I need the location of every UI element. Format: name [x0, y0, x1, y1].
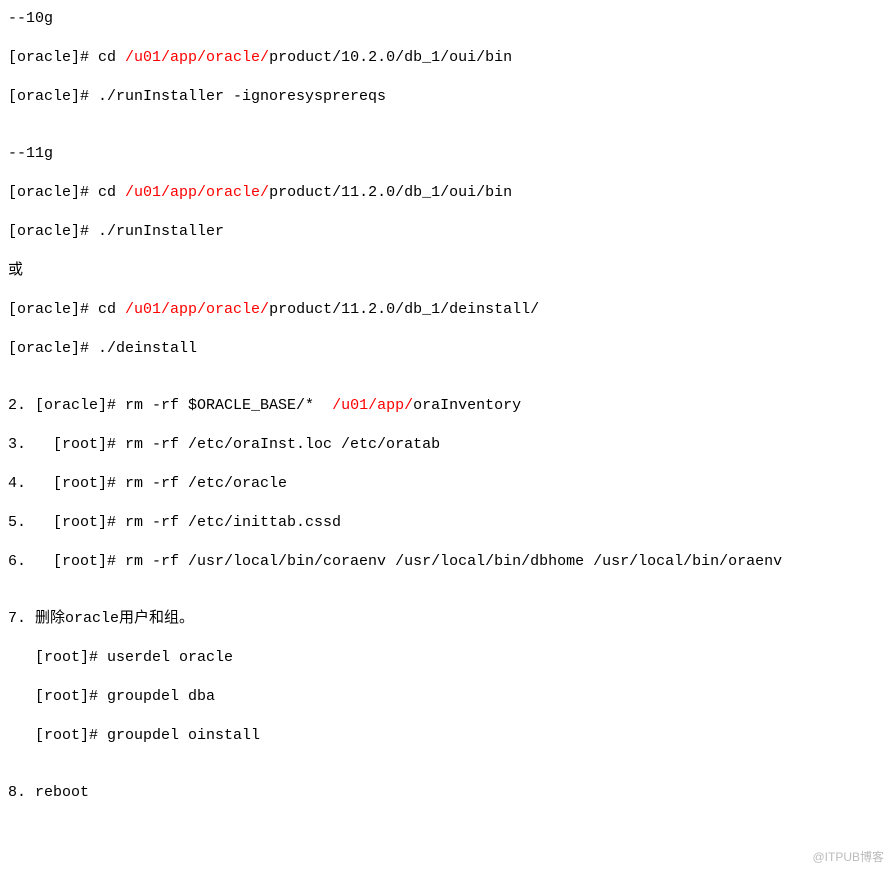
path-red: /u01/app/oracle/: [125, 184, 269, 201]
text: [oracle]# ./runInstaller: [8, 223, 224, 240]
text: 2. [oracle]# rm -rf $ORACLE_BASE/*: [8, 397, 332, 414]
text: 7. 删除oracle用户和组。: [8, 610, 194, 627]
text: [root]# userdel oracle: [8, 649, 233, 666]
line-step5: 5. [root]# rm -rf /etc/inittab.cssd: [8, 512, 882, 533]
text: product/10.2.0/db_1/oui/bin: [269, 49, 512, 66]
path-red: /u01/app/: [332, 397, 413, 414]
line-runinstaller-11g: [oracle]# ./runInstaller: [8, 221, 882, 242]
path-red: /u01/app/oracle/: [125, 301, 269, 318]
text: oraInventory: [413, 397, 521, 414]
text: 8. reboot: [8, 784, 89, 801]
path-red: /u01/app/oracle/: [125, 49, 269, 66]
text: --10g: [8, 10, 53, 27]
text: 5. [root]# rm -rf /etc/inittab.cssd: [8, 514, 341, 531]
blank-gap: [8, 590, 882, 608]
blank-gap: [8, 125, 882, 143]
line-step8-reboot: 8. reboot: [8, 782, 882, 803]
watermark: @ITPUB博客: [812, 849, 884, 866]
blank-gap: [8, 377, 882, 395]
text: [oracle]# ./runInstaller -ignoresysprere…: [8, 88, 386, 105]
line-step7-header: 7. 删除oracle用户和组。: [8, 608, 882, 629]
text: product/11.2.0/db_1/oui/bin: [269, 184, 512, 201]
line-11g-header: --11g: [8, 143, 882, 164]
text: [oracle]# cd: [8, 301, 125, 318]
watermark-text: @ITPUB博客: [812, 850, 884, 864]
line-userdel: [root]# userdel oracle: [8, 647, 882, 668]
text: 6. [root]# rm -rf /usr/local/bin/coraenv…: [8, 553, 782, 570]
line-cd-11g-deinstall: [oracle]# cd /u01/app/oracle/product/11.…: [8, 299, 882, 320]
line-10g-header: --10g: [8, 8, 882, 29]
line-groupdel-dba: [root]# groupdel dba: [8, 686, 882, 707]
line-step6: 6. [root]# rm -rf /usr/local/bin/coraenv…: [8, 551, 882, 572]
line-cd-11g-oui: [oracle]# cd /u01/app/oracle/product/11.…: [8, 182, 882, 203]
line-runinstaller-10g: [oracle]# ./runInstaller -ignoresysprere…: [8, 86, 882, 107]
text: --11g: [8, 145, 53, 162]
line-step2: 2. [oracle]# rm -rf $ORACLE_BASE/* /u01/…: [8, 395, 882, 416]
text: 3. [root]# rm -rf /etc/oraInst.loc /etc/…: [8, 436, 440, 453]
line-deinstall: [oracle]# ./deinstall: [8, 338, 882, 359]
text: [root]# groupdel dba: [8, 688, 215, 705]
text: 或: [8, 262, 23, 279]
text: product/11.2.0/db_1/deinstall/: [269, 301, 539, 318]
text: [oracle]# ./deinstall: [8, 340, 197, 357]
text: 4. [root]# rm -rf /etc/oracle: [8, 475, 287, 492]
line-or: 或: [8, 260, 882, 281]
blank-gap: [8, 764, 882, 782]
line-cd-10g: [oracle]# cd /u01/app/oracle/product/10.…: [8, 47, 882, 68]
text: [oracle]# cd: [8, 49, 125, 66]
text: [root]# groupdel oinstall: [8, 727, 260, 744]
line-groupdel-oinstall: [root]# groupdel oinstall: [8, 725, 882, 746]
line-step4: 4. [root]# rm -rf /etc/oracle: [8, 473, 882, 494]
text: [oracle]# cd: [8, 184, 125, 201]
line-step3: 3. [root]# rm -rf /etc/oraInst.loc /etc/…: [8, 434, 882, 455]
